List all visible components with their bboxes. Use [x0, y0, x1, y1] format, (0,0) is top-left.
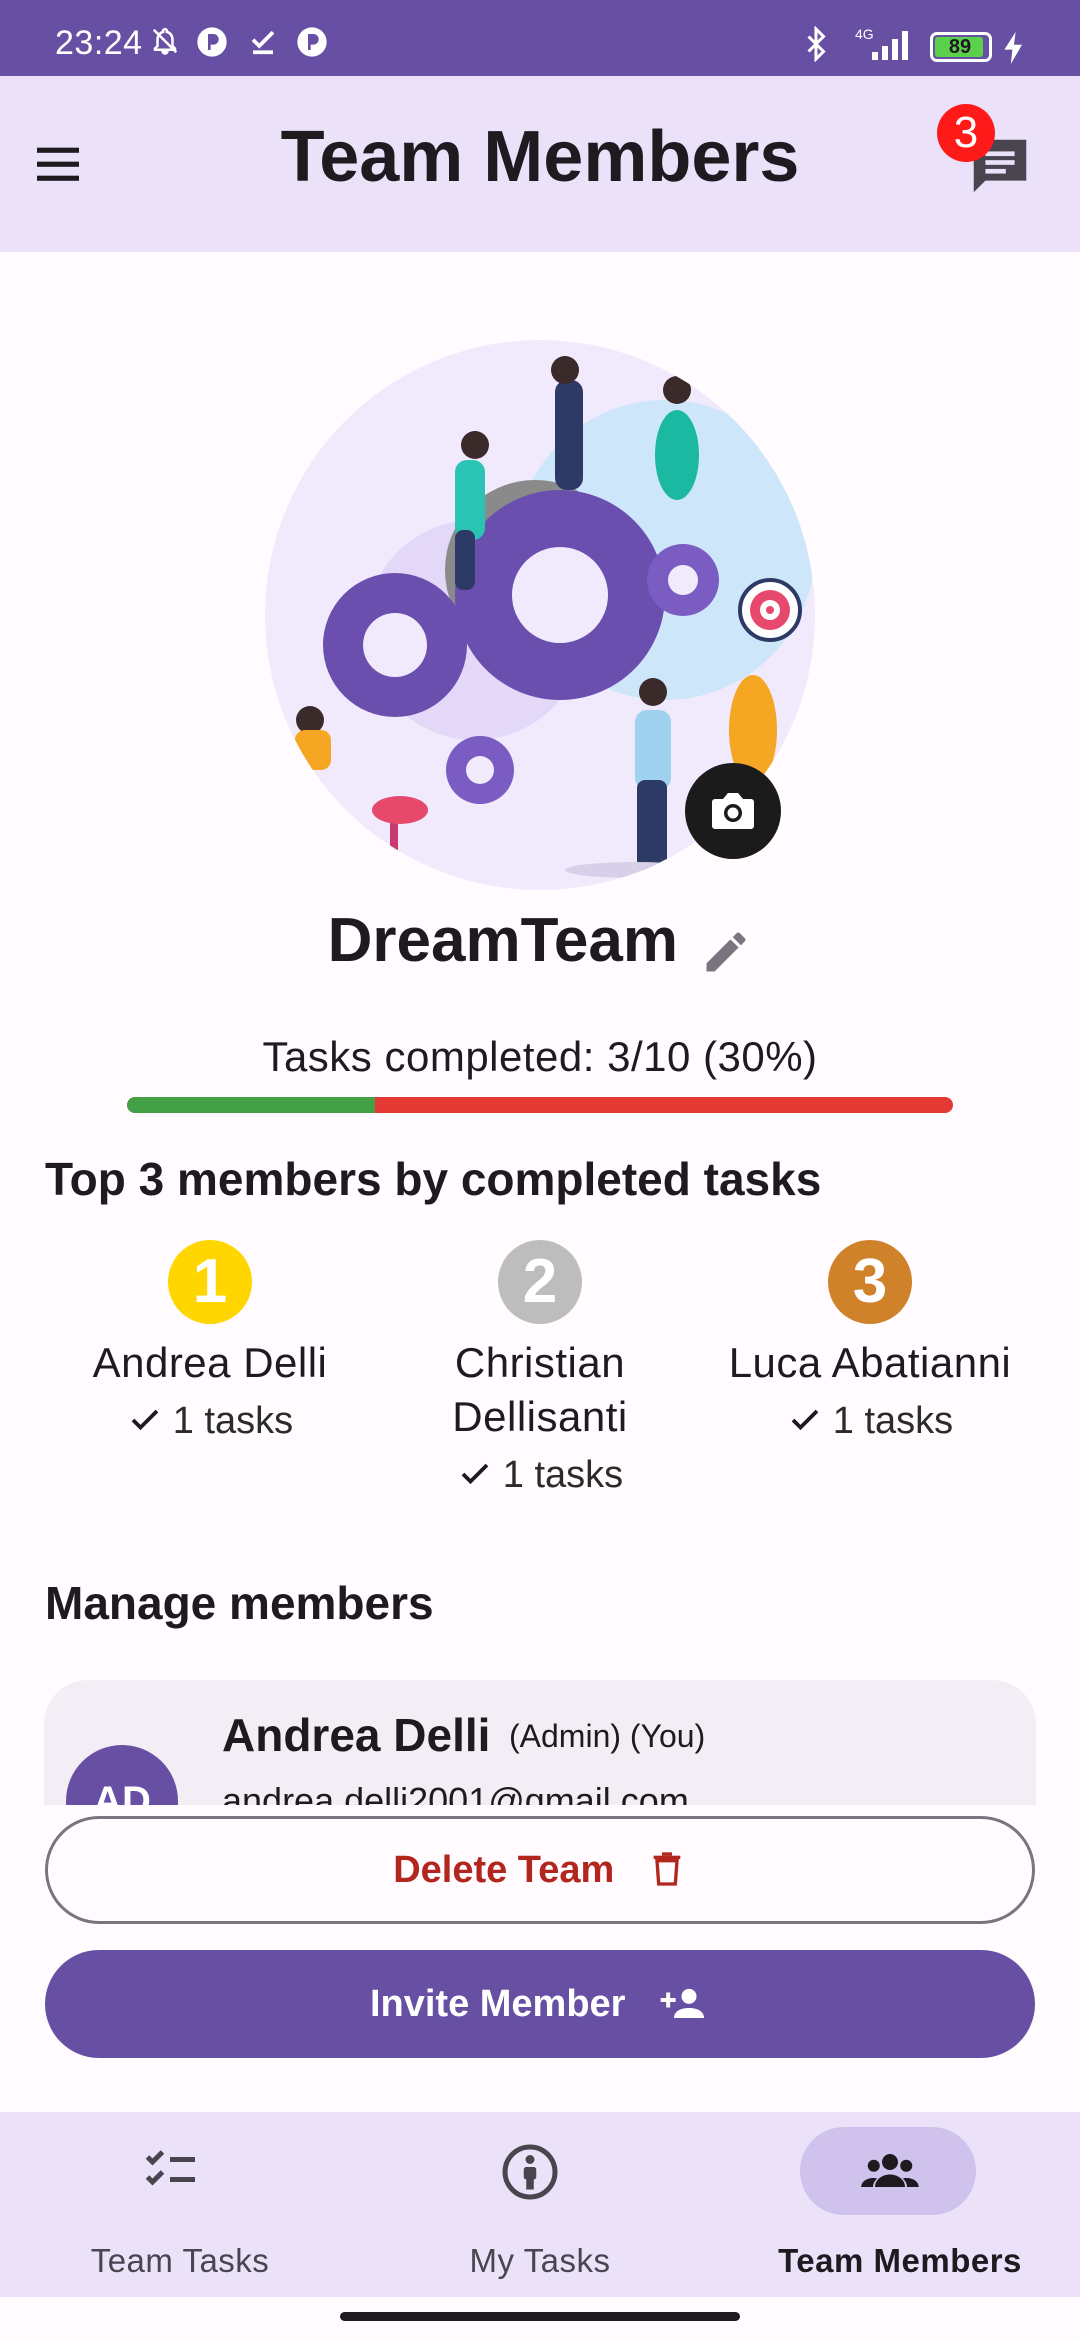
battery-icon: 89	[930, 32, 992, 62]
charging-icon	[1004, 32, 1022, 64]
podium-second: 2 Christian Dellisanti 1 tasks	[375, 1240, 705, 1500]
member-role: (Admin) (You)	[509, 1718, 706, 1754]
check-icon	[791, 1409, 819, 1431]
members-list[interactable]: AD Andrea Delli (Admin) (You) andrea.del…	[0, 1680, 1080, 1805]
chat-badge: 3	[937, 104, 995, 162]
member-email: andrea.delli2001@gmail.com	[222, 1780, 689, 1805]
nav-label: My Tasks	[469, 2242, 611, 2279]
nav-team-members[interactable]: Team Members	[720, 2112, 1080, 2297]
tasks-progress-fill	[127, 1097, 375, 1113]
rank-1-medal: 1	[168, 1240, 252, 1324]
member-name: Andrea Delli	[222, 1709, 491, 1761]
nav-my-tasks[interactable]: My Tasks	[360, 2112, 720, 2297]
camera-icon	[712, 793, 754, 829]
podium-tasks: 1 tasks	[45, 1396, 375, 1446]
signal-icon	[872, 31, 908, 60]
tasks-progress-bar	[127, 1097, 953, 1113]
nav-label: Team Members	[778, 2242, 1022, 2279]
invite-member-label: Invite Member	[369, 1983, 626, 2025]
person-add-icon	[660, 1988, 705, 2018]
check-icon	[461, 1463, 489, 1485]
nav-team-tasks[interactable]: Team Tasks	[0, 2112, 360, 2297]
podium-name: Christian Dellisanti	[452, 1339, 628, 1440]
podium-third: 3 Luca Abatianni 1 tasks	[705, 1240, 1035, 1446]
team-name-row: DreamTeam	[0, 905, 1080, 978]
edit-name-button[interactable]	[700, 926, 752, 978]
podium-first: 1 Andrea Delli 1 tasks	[45, 1240, 375, 1446]
bottom-navigation: Team Tasks My Tasks Team Members	[0, 2112, 1080, 2297]
top-members-title: Top 3 members by completed tasks	[45, 1153, 822, 1205]
trash-icon	[653, 1852, 681, 1886]
tasks-completed-text: Tasks completed: 3/10 (30%)	[262, 1033, 818, 1080]
rank-2-medal: 2	[498, 1240, 582, 1324]
notifications-off-icon	[152, 27, 178, 55]
download-done-icon	[251, 30, 275, 55]
group-icon	[861, 2154, 919, 2187]
status-time: 23:24	[55, 24, 143, 62]
page-title: Team Members	[280, 117, 800, 197]
invite-member-button[interactable]: Invite Member	[45, 1950, 1035, 2058]
podium-tasks: 1 tasks	[705, 1396, 1035, 1446]
check-icon	[131, 1409, 159, 1431]
avatar: AD	[66, 1745, 178, 1805]
person-info-icon	[502, 2144, 558, 2200]
change-photo-button[interactable]	[685, 763, 781, 859]
app-notification-icon	[197, 27, 227, 57]
podium-name: Andrea Delli	[92, 1339, 328, 1386]
nav-label: Team Tasks	[90, 2242, 270, 2279]
rank-3-medal: 3	[828, 1240, 912, 1324]
podium-tasks: 1 tasks	[375, 1450, 705, 1500]
checklist-icon	[145, 2150, 195, 2186]
delete-team-button[interactable]: Delete Team	[45, 1816, 1035, 1924]
bluetooth-icon	[807, 26, 826, 62]
podium-name: Luca Abatianni	[728, 1339, 1012, 1386]
app-notification-icon	[297, 27, 327, 57]
manage-members-title: Manage members	[45, 1577, 434, 1629]
delete-team-label: Delete Team	[393, 1849, 615, 1891]
gesture-handle	[340, 2312, 740, 2321]
status-bar: 23:24 4G 89	[0, 0, 1080, 76]
team-name: DreamTeam	[327, 906, 678, 975]
member-card[interactable]: AD Andrea Delli (Admin) (You) andrea.del…	[44, 1680, 1036, 1805]
top-app-bar: Team Members 3	[0, 76, 1080, 252]
